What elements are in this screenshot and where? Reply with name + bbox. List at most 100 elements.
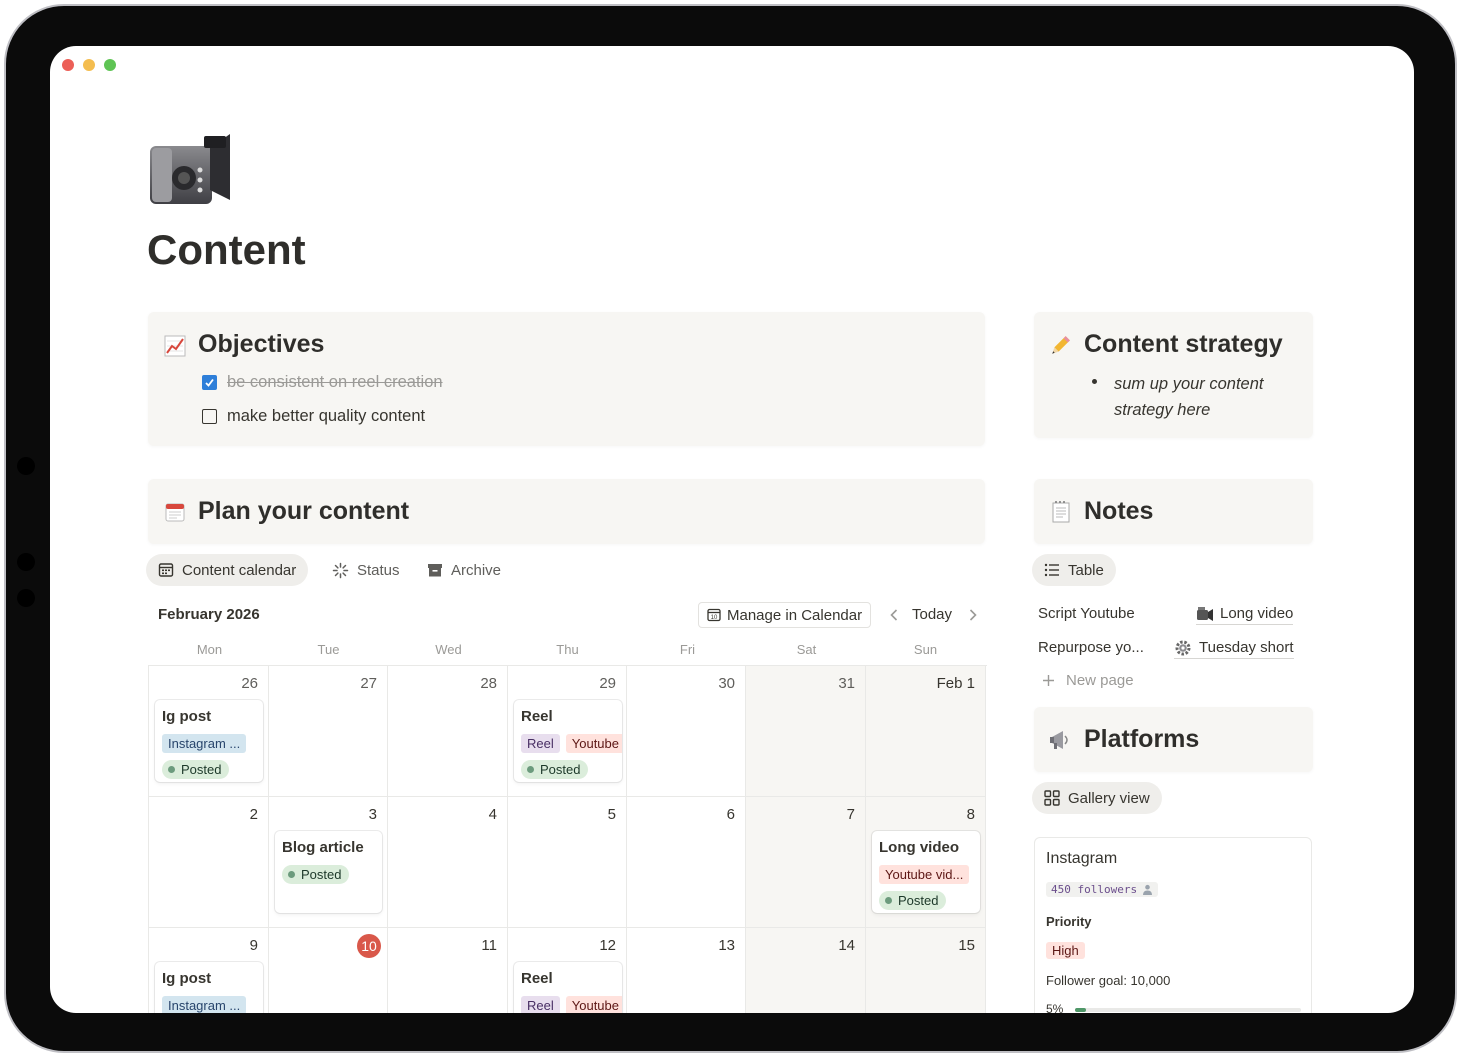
day-number: 13	[718, 937, 735, 954]
todo-text: be consistent on reel creation	[227, 373, 443, 391]
status-dot	[527, 766, 534, 773]
calendar-day[interactable]: 6	[627, 797, 746, 928]
close-window-button[interactable]	[62, 59, 74, 71]
person-icon	[1143, 884, 1153, 895]
event-card[interactable]: Ig post Instagram ...	[155, 962, 263, 1013]
weekday-label: Tue	[317, 642, 340, 657]
tab-archive[interactable]: Archive	[415, 554, 513, 586]
checkbox-checked[interactable]	[202, 375, 217, 390]
platform-tag: Instagram ...	[162, 996, 247, 1013]
note-name[interactable]: Script Youtube	[1038, 605, 1135, 622]
calendar-day[interactable]: 4	[388, 797, 508, 928]
day-number: 28	[480, 675, 497, 692]
day-number: Feb 1	[936, 675, 975, 692]
calendar-day[interactable]: 10	[269, 928, 388, 1013]
progress-bar	[1075, 1008, 1301, 1012]
calendar-day[interactable]: 30	[627, 666, 746, 797]
calendar-view-icon	[158, 563, 174, 577]
calendar-day[interactable]: 27	[269, 666, 388, 797]
checkbox[interactable]	[202, 409, 217, 424]
day-number: 2	[249, 806, 258, 823]
today-marker: 10	[357, 934, 381, 958]
calendar-day[interactable]: 28	[388, 666, 508, 797]
todo-text: make better quality content	[227, 407, 426, 425]
weekday-label: Fri	[679, 642, 696, 657]
new-page-label: New page	[1066, 672, 1134, 689]
calendar-day[interactable]: 31	[746, 666, 866, 797]
day-number: 4	[488, 806, 497, 823]
event-title: Long video	[879, 839, 959, 856]
day-number: 9	[249, 937, 258, 954]
previous-month-button[interactable]	[886, 604, 902, 626]
calendar-day[interactable]: 14	[746, 928, 866, 1013]
minimize-window-button[interactable]	[83, 59, 95, 71]
pencil-icon	[1048, 334, 1072, 358]
platforms-heading: Platforms	[1084, 725, 1200, 753]
event-card[interactable]: Long video Youtube vid... Posted	[872, 831, 980, 913]
calendar-month: February 2026	[158, 606, 260, 623]
calendar-day[interactable]: 15	[866, 928, 986, 1013]
note-type-label: Long video	[1220, 605, 1294, 622]
new-page-button[interactable]: New page	[1042, 672, 1134, 689]
gallery-card[interactable]: Instagram 450 followers Priority High Fo…	[1034, 837, 1312, 1013]
video-camera-icon[interactable]	[148, 130, 234, 208]
status-text: Posted	[181, 762, 222, 777]
status-text: Posted	[898, 893, 939, 908]
today-button[interactable]: Today	[912, 606, 952, 623]
event-title: Ig post	[162, 970, 212, 987]
weekday-label: Sun	[913, 642, 938, 657]
tab-label: Status	[357, 561, 400, 579]
event-title: Reel	[521, 970, 553, 987]
event-title: Ig post	[162, 708, 212, 725]
objectives-callout: Objectives be consistent on reel creatio…	[148, 312, 985, 446]
tab-label: Archive	[451, 561, 502, 579]
calendar-day[interactable]: Feb 1	[866, 666, 986, 797]
follower-goal: Follower goal: 10,000	[1046, 973, 1171, 988]
chevron-left-icon	[890, 609, 898, 621]
objectives-heading: Objectives	[198, 330, 325, 358]
video-camera-icon	[1197, 607, 1213, 621]
next-month-button[interactable]	[965, 604, 981, 626]
tab-content-calendar[interactable]: Content calendar	[146, 554, 309, 586]
plus-icon	[1043, 675, 1054, 686]
note-type-property[interactable]: Long video	[1196, 604, 1294, 625]
event-card[interactable]: Blog article Posted	[275, 831, 382, 913]
tab-gallery-view[interactable]: Gallery view	[1032, 782, 1162, 814]
day-number: 8	[966, 806, 975, 823]
calendar-day[interactable]: 7	[746, 797, 866, 928]
status-text: Posted	[301, 867, 342, 882]
calendar-day[interactable]: 11	[388, 928, 508, 1013]
calendar-day[interactable]: 5	[508, 797, 627, 928]
zoom-window-button[interactable]	[104, 59, 116, 71]
calendar-day[interactable]: 13	[627, 928, 746, 1013]
status-dot	[168, 766, 175, 773]
chevron-right-icon	[969, 609, 977, 621]
day-number: 3	[368, 806, 377, 823]
tab-table[interactable]: Table	[1032, 554, 1116, 586]
todo-item[interactable]: be consistent on reel creation	[202, 373, 443, 392]
platform-tag: Instagram ...	[162, 734, 247, 753]
camera-dot	[17, 553, 35, 571]
todo-item[interactable]: make better quality content	[202, 407, 425, 426]
event-card[interactable]: Ig post Instagram ... Posted	[155, 700, 263, 782]
note-name[interactable]: Repurpose yo...	[1038, 639, 1144, 656]
event-card[interactable]: Reel Reel Youtube	[514, 962, 622, 1013]
strategy-callout: Content strategy sum up your content str…	[1034, 312, 1313, 438]
day-number: 29	[599, 675, 616, 692]
app-window: Content Objectives be consistent on reel…	[50, 46, 1414, 1013]
day-number: 27	[360, 675, 377, 692]
note-type-property[interactable]: Tuesday short	[1174, 638, 1294, 659]
bullet-dot	[1092, 379, 1097, 384]
svg-text:10: 10	[711, 615, 718, 621]
priority-tag: High	[1046, 942, 1085, 960]
manage-in-calendar-button[interactable]: 10 Manage in Calendar	[698, 602, 872, 628]
day-number: 14	[838, 937, 855, 954]
archive-icon	[428, 564, 442, 577]
notepad-icon	[1049, 500, 1073, 524]
event-card[interactable]: Reel Reel Youtube Posted	[514, 700, 622, 782]
priority-value: High	[1046, 942, 1085, 959]
calendar-day[interactable]: 2	[149, 797, 269, 928]
tab-status[interactable]: Status	[320, 554, 412, 586]
status-dot	[885, 897, 892, 904]
strategy-heading: Content strategy	[1084, 330, 1283, 358]
